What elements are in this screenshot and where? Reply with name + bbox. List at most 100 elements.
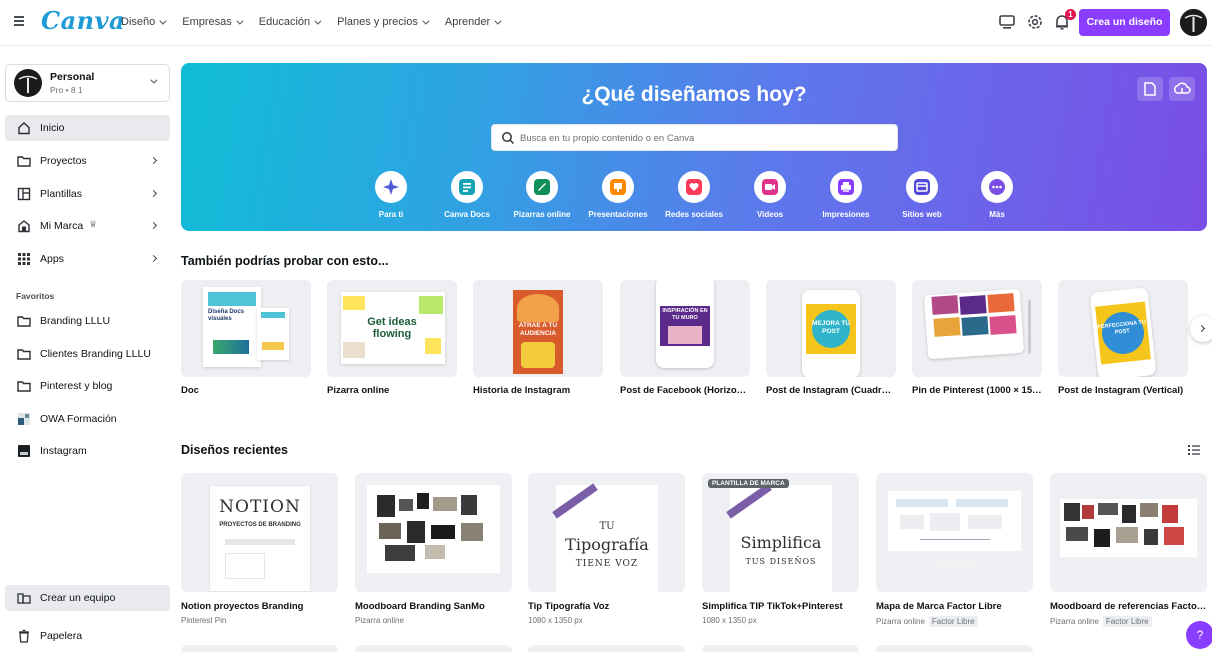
- sidebar-item-proyectos[interactable]: Proyectos: [5, 148, 170, 174]
- template-thumbnail: Get ideas flowing: [327, 280, 457, 377]
- category-circle: [754, 171, 786, 203]
- chevron-down-icon: [314, 17, 322, 25]
- nav-empresas[interactable]: Empresas: [182, 16, 244, 28]
- more-icon: [989, 179, 1005, 195]
- create-design-button[interactable]: Crea un diseño: [1079, 9, 1170, 36]
- recent-design-card[interactable]: NOTION PROYECTOS DE BRANDING Notion proy…: [181, 473, 338, 625]
- favorite-branding-lllu[interactable]: Branding LLLU: [5, 308, 170, 334]
- template-card-historia-instagram[interactable]: ATRAE A TU AUDIENCIA Historia de Instagr…: [473, 280, 603, 396]
- recent-design-card[interactable]: Mapa de Marca Factor Libre Pizarra onlin…: [876, 473, 1033, 627]
- favorites-heading: Favoritos: [16, 291, 55, 301]
- category-mas[interactable]: Más: [962, 171, 1032, 219]
- search-icon: [502, 132, 515, 145]
- user-avatar[interactable]: [1180, 9, 1207, 36]
- sidebar-item-apps[interactable]: Apps: [5, 246, 170, 272]
- chevron-down-icon: [236, 17, 244, 25]
- notification-badge: 1: [1065, 9, 1076, 20]
- account-name: Personal: [50, 71, 95, 83]
- template-thumbnail: ATRAE A TU AUDIENCIA: [473, 280, 603, 377]
- crown-icon: ♛: [89, 219, 98, 229]
- category-circle: [830, 171, 862, 203]
- recent-design-card[interactable]: Moodboard Branding SanMo Pizarra online: [355, 473, 512, 625]
- custom-size-button[interactable]: [1137, 77, 1163, 101]
- recent-design-card[interactable]: Moodboard de referencias Factor Libre Pi…: [1050, 473, 1207, 627]
- sidebar-item-inicio[interactable]: Inicio: [5, 115, 170, 141]
- search-bar[interactable]: [491, 124, 898, 151]
- heart-icon: [686, 179, 702, 195]
- sparkle-icon: [383, 179, 399, 195]
- desktop-app-icon[interactable]: [998, 13, 1016, 31]
- notifications-button[interactable]: 1: [1053, 9, 1076, 31]
- favorite-owa-formacion[interactable]: OWA Formación: [5, 406, 170, 432]
- avatar-image: [1180, 9, 1207, 36]
- category-circle: [602, 171, 634, 203]
- recent-designs-heading: Diseños recientes: [181, 443, 288, 457]
- chevron-right-icon: [149, 221, 158, 230]
- template-thumbnail: PERFECCIONA TU POST: [1058, 280, 1188, 377]
- favorite-pinterest-blog[interactable]: Pinterest y blog: [5, 373, 170, 399]
- canva-logo[interactable]: Canva: [41, 6, 125, 35]
- upload-button[interactable]: [1169, 77, 1195, 101]
- design-thumbnail: TU Tipografía TIENE VOZ: [528, 473, 685, 592]
- account-switcher[interactable]: Personal Pro • 8 1: [5, 64, 170, 102]
- favorite-instagram[interactable]: Instagram: [5, 438, 170, 464]
- recent-design-card[interactable]: PLANTILLA DE MARCA Simplifica TUS DISEÑO…: [702, 473, 859, 625]
- template-card-doc[interactable]: Diseña Docs visuales Doc: [181, 280, 311, 396]
- chevron-down-icon: [159, 17, 167, 25]
- design-thumbnail: PLANTILLA DE MARCA Simplifica TUS DISEÑO…: [702, 473, 859, 592]
- favorite-clientes-branding[interactable]: Clientes Branding LLLU: [5, 341, 170, 367]
- brand-icon: [18, 220, 30, 233]
- design-thumb-icon: [18, 413, 30, 425]
- chevron-down-icon: [494, 17, 502, 25]
- category-pizarras[interactable]: Pizarras online: [507, 171, 577, 219]
- category-sitios-web[interactable]: Sitios web: [887, 171, 957, 219]
- category-circle: [906, 171, 938, 203]
- trash-icon: [19, 629, 29, 643]
- home-icon: [18, 122, 30, 135]
- website-icon: [914, 179, 930, 195]
- chevron-right-icon: [149, 254, 158, 263]
- template-card-pin-pinterest[interactable]: Pin de Pinterest (1000 × 1500): [912, 280, 1042, 396]
- carousel-next-button[interactable]: [1190, 316, 1212, 342]
- sidebar-item-mi-marca[interactable]: Mi Marca ♛: [5, 213, 170, 239]
- nav-diseno[interactable]: Diseño: [121, 16, 167, 28]
- help-button[interactable]: ?: [1186, 621, 1212, 649]
- category-circle: [981, 171, 1013, 203]
- recent-design-card-peek: [355, 645, 512, 652]
- sidebar-item-plantillas[interactable]: Plantillas: [5, 181, 170, 207]
- category-redes-sociales[interactable]: Redes sociales: [659, 171, 729, 219]
- doc-icon: [459, 179, 475, 195]
- folder-icon: [17, 349, 31, 360]
- list-view-icon[interactable]: [1187, 443, 1201, 457]
- template-card-post-instagram-vertical[interactable]: PERFECCIONA TU POST Post de Instagram (V…: [1058, 280, 1188, 396]
- nav-planes[interactable]: Planes y precios: [337, 16, 430, 28]
- whiteboard-icon: [534, 179, 550, 195]
- hero-title: ¿Qué diseñamos hoy?: [581, 83, 807, 106]
- category-impresiones[interactable]: Impresiones: [811, 171, 881, 219]
- trash-button[interactable]: Papelera: [5, 623, 170, 649]
- category-para-ti[interactable]: Para ti: [356, 171, 426, 219]
- category-videos[interactable]: Videos: [735, 171, 805, 219]
- team-icon: [17, 593, 31, 604]
- template-card-post-facebook[interactable]: INSPIRACIÓN EN TU MURO Post de Facebook …: [620, 280, 750, 396]
- printer-icon: [838, 179, 854, 195]
- category-circle: [375, 171, 407, 203]
- template-card-pizarra[interactable]: Get ideas flowing Pizarra online: [327, 280, 457, 396]
- design-thumbnail: [1050, 473, 1207, 592]
- design-thumb-icon: [18, 445, 30, 457]
- template-thumbnail: [912, 280, 1042, 377]
- folder-icon: [17, 316, 31, 327]
- create-team-button[interactable]: Crear un equipo: [5, 585, 170, 611]
- recent-design-card[interactable]: TU Tipografía TIENE VOZ Tip Tipografía V…: [528, 473, 685, 625]
- menu-icon[interactable]: [14, 16, 24, 26]
- gear-icon[interactable]: [1026, 13, 1044, 31]
- nav-educacion[interactable]: Educación: [259, 16, 322, 28]
- recent-design-card-peek: [702, 645, 859, 652]
- category-presentaciones[interactable]: Presentaciones: [583, 171, 653, 219]
- search-input[interactable]: [520, 129, 890, 147]
- category-canva-docs[interactable]: Canva Docs: [432, 171, 502, 219]
- account-plan: Pro • 8 1: [50, 85, 83, 95]
- template-card-post-instagram-cuadrado[interactable]: MEJORA TU POST Post de Instagram (Cuadra…: [766, 280, 896, 396]
- nav-aprender[interactable]: Aprender: [445, 16, 502, 28]
- sidebar: Personal Pro • 8 1 Inicio Proyectos Plan…: [0, 47, 176, 652]
